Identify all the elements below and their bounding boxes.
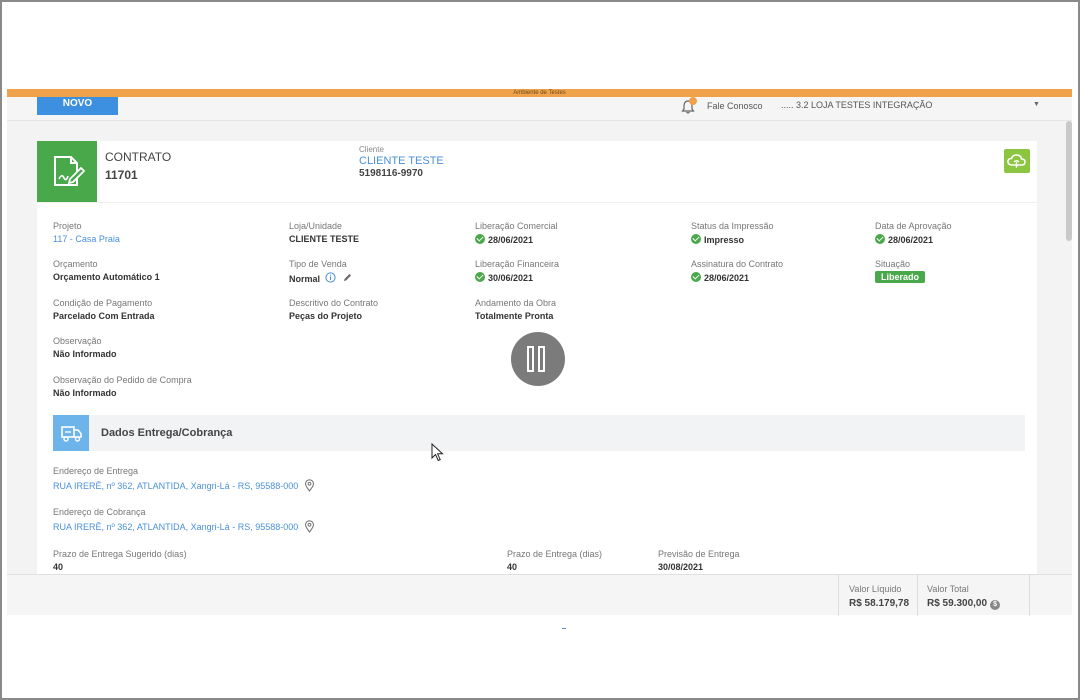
- field-label: Endereço de Entrega: [53, 466, 139, 476]
- field-value: 28/06/2021: [691, 272, 749, 283]
- field-value: Não Informado: [53, 349, 117, 359]
- field-label: Tipo de Venda: [289, 259, 347, 269]
- project-link[interactable]: 117 - Casa Praia: [53, 234, 120, 244]
- contact-link[interactable]: Fale Conosco: [707, 101, 763, 111]
- status-badge: Liberado: [875, 271, 926, 283]
- field-value: 40: [53, 562, 64, 572]
- dollar-coin-icon[interactable]: $: [990, 600, 1001, 610]
- field-label: Andamento da Obra: [475, 298, 557, 308]
- delivery-address-link[interactable]: RUA IRERÊ, nº 362, ATLANTIDA, Xangri-Lá …: [53, 479, 315, 492]
- field-label: Observação: [53, 336, 102, 346]
- divider: [917, 575, 918, 616]
- pause-icon[interactable]: [511, 332, 565, 386]
- field-label: Loja/Unidade: [289, 221, 343, 231]
- field-value: Parcelado Com Entrada: [53, 311, 155, 321]
- field-value: Normal: [289, 272, 353, 284]
- delivery-section-header[interactable]: Dados Entrega/Cobrança: [53, 415, 1025, 451]
- pencil-icon[interactable]: [342, 272, 353, 283]
- field-label: Projeto: [53, 221, 82, 231]
- field-value: CLIENTE TESTE: [289, 234, 360, 244]
- contract-title: CONTRATO: [105, 150, 172, 164]
- field-label: Situação: [875, 259, 911, 269]
- field-value: 28/06/2021: [875, 234, 933, 245]
- field-label: Assinatura do Contrato: [691, 259, 784, 269]
- truck-icon: [53, 415, 89, 451]
- client-label: Cliente: [359, 145, 384, 154]
- environment-label: Ambiente de Testes: [513, 90, 566, 96]
- new-button[interactable]: NOVO: [37, 97, 118, 115]
- field-label: Prazo de Entrega (dias): [507, 549, 603, 559]
- divider: [562, 628, 566, 629]
- top-bar: NOVO Fale Conosco ..... 3.2 LOJA TESTES …: [7, 97, 1072, 121]
- total-value-label: Valor Total: [927, 584, 969, 594]
- contract-header: CONTRATO 11701 Cliente CLIENTE TESTE 519…: [37, 141, 1037, 203]
- notification-badge: [689, 97, 697, 105]
- store-selector[interactable]: ..... 3.2 LOJA TESTES INTEGRAÇÃO: [781, 100, 932, 110]
- contract-number: 11701: [105, 168, 138, 182]
- client-phone: 5198116-9970: [359, 168, 423, 179]
- cloud-sync-button[interactable]: [1004, 149, 1030, 173]
- field-value: Não Informado: [53, 388, 117, 398]
- contract-signature-icon: [37, 141, 97, 202]
- field-value: Impresso: [691, 234, 744, 245]
- field-label: Observação do Pedido de Compra: [53, 375, 192, 385]
- field-value: Orçamento Automático 1: [53, 272, 160, 282]
- field-label: Prazo de Entrega Sugerido (dias): [53, 549, 187, 559]
- field-label: Condição de Pagamento: [53, 298, 153, 308]
- net-value: R$ 58.179,78: [849, 598, 910, 609]
- field-label: Liberação Comercial: [475, 221, 558, 231]
- environment-bar: Ambiente de Testes: [7, 89, 1072, 97]
- info-icon[interactable]: [324, 272, 336, 283]
- map-pin-icon[interactable]: [304, 520, 315, 533]
- map-pin-icon[interactable]: [304, 479, 315, 492]
- check-circle-icon: [875, 234, 885, 244]
- mouse-cursor-icon: [431, 443, 444, 462]
- section-title: Dados Entrega/Cobrança: [101, 427, 233, 439]
- net-value-label: Valor Líquido: [849, 584, 902, 594]
- billing-address-link[interactable]: RUA IRERÊ, nº 362, ATLANTIDA, Xangri-Lá …: [53, 520, 315, 533]
- check-circle-icon: [475, 234, 485, 244]
- check-circle-icon: [475, 272, 485, 282]
- check-circle-icon: [691, 234, 701, 244]
- scrollbar[interactable]: [1066, 121, 1072, 241]
- field-label: Status da Impressão: [691, 221, 774, 231]
- totals-footer: Valor Líquido R$ 58.179,78 Valor Total R…: [7, 574, 1072, 616]
- divider: [838, 575, 839, 616]
- field-label: Liberação Financeira: [475, 259, 560, 269]
- check-circle-icon: [691, 272, 701, 282]
- field-label: Data de Aprovação: [875, 221, 952, 231]
- field-value: Totalmente Pronta: [475, 311, 554, 321]
- field-value: Peças do Projeto: [289, 311, 363, 321]
- divider: [1029, 575, 1030, 616]
- field-label: Orçamento: [53, 259, 98, 269]
- field-value: 28/06/2021: [475, 234, 533, 245]
- field-label: Previsão de Entrega: [658, 549, 740, 559]
- total-value: R$ 59.300,00 $: [927, 598, 1001, 610]
- field-value: 30/08/2021: [658, 562, 704, 572]
- client-name-link[interactable]: CLIENTE TESTE: [359, 155, 444, 167]
- field-label: Endereço de Cobrança: [53, 507, 146, 517]
- cloud-sync-icon: [1007, 154, 1026, 168]
- chevron-down-icon[interactable]: ▼: [1033, 101, 1040, 108]
- field-value: 30/06/2021: [475, 272, 533, 283]
- contract-details: Projeto 117 - Casa Praia Loja/Unidade CL…: [37, 203, 1037, 615]
- field-value: 40: [507, 562, 518, 572]
- field-label: Descritivo do Contrato: [289, 298, 379, 308]
